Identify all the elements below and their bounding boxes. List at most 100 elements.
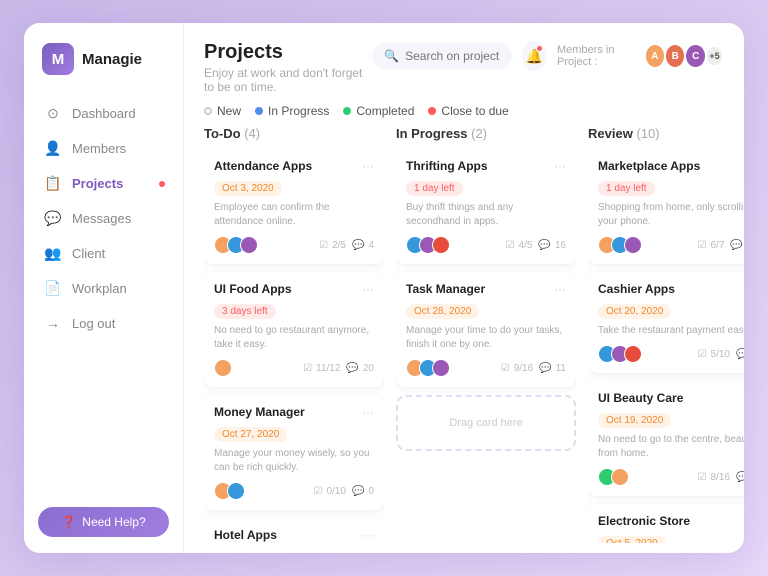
dot-completed bbox=[343, 107, 351, 115]
mini-avatar bbox=[227, 482, 245, 500]
sidebar-item-projects[interactable]: 📋 Projects bbox=[34, 167, 173, 200]
need-help-icon: ❓ bbox=[61, 515, 76, 529]
sidebar-item-workplan[interactable]: 📄 Workplan bbox=[34, 272, 173, 305]
column-cards-inprogress: Thrifting Apps ··· 1 day left Buy thrift th… bbox=[396, 149, 576, 543]
card-footer: ☑0/10 💬0 bbox=[214, 482, 374, 500]
card-title: Attendance Apps bbox=[214, 159, 312, 173]
main-header: Projects Enjoy at work and don't forget … bbox=[184, 23, 744, 104]
card-c6[interactable]: Task Manager···Oct 28, 2020Manage your t… bbox=[396, 272, 576, 387]
card-title: Electronic Store bbox=[598, 514, 690, 528]
card-comments: 💬0 bbox=[352, 486, 374, 497]
card-desc: Take the restaurant payment easily. bbox=[598, 324, 744, 338]
card-comments: 💬8 bbox=[736, 472, 744, 483]
mini-avatar bbox=[214, 359, 232, 377]
card-desc: No need to go restaurant anymore, take i… bbox=[214, 324, 374, 352]
card-c7[interactable]: Marketplace Apps···1 day leftShopping fr… bbox=[588, 149, 744, 264]
card-comments: 💬20 bbox=[346, 363, 374, 374]
card-comments: 💬12 bbox=[730, 240, 744, 251]
card-title: Cashier Apps bbox=[598, 282, 675, 296]
mini-avatar bbox=[624, 345, 642, 363]
card-tasks: ☑9/16 bbox=[501, 363, 533, 374]
projects-active-dot bbox=[159, 181, 165, 187]
sidebar-item-messages[interactable]: 💬 Messages bbox=[34, 202, 173, 235]
card-c4[interactable]: Hotel Apps···Oct 3, 2020Choose your favo… bbox=[204, 518, 384, 543]
projects-icon: 📋 bbox=[44, 175, 62, 192]
card-comments: 💬6 bbox=[736, 349, 744, 360]
card-tag: Oct 20, 2020 bbox=[598, 304, 671, 319]
filter-label-completed: Completed bbox=[356, 104, 414, 118]
card-title: Thrifting Apps bbox=[406, 159, 488, 173]
card-more-icon[interactable]: ··· bbox=[554, 282, 566, 301]
search-box[interactable]: 🔍 bbox=[372, 43, 511, 69]
bell-notification-dot bbox=[536, 45, 543, 52]
need-help-label: Need Help? bbox=[82, 515, 145, 529]
filter-new[interactable]: New bbox=[204, 104, 241, 118]
column-header-review: Review (10) bbox=[588, 126, 744, 141]
filter-closetodue[interactable]: Close to due bbox=[428, 104, 508, 118]
main-content: Projects Enjoy at work and don't forget … bbox=[184, 23, 744, 553]
card-comments: 💬16 bbox=[538, 240, 566, 251]
card-title: Hotel Apps bbox=[214, 528, 277, 542]
avatar-1: A bbox=[644, 43, 666, 69]
card-title: Money Manager bbox=[214, 405, 305, 419]
sidebar-label-messages: Messages bbox=[72, 211, 131, 226]
mini-avatar bbox=[611, 468, 629, 486]
card-desc: Employee can confirm the attendance onli… bbox=[214, 201, 374, 229]
sidebar-item-members[interactable]: 👤 Members bbox=[34, 132, 173, 165]
card-tag: 1 day left bbox=[406, 181, 463, 196]
card-tag: 1 day left bbox=[598, 181, 655, 196]
dot-closetodue bbox=[428, 107, 436, 115]
card-tasks: ☑8/16 bbox=[698, 472, 730, 483]
drag-card[interactable]: Drag card here bbox=[396, 395, 576, 451]
card-tasks: ☑11/12 bbox=[303, 363, 340, 374]
card-c1[interactable]: Attendance Apps···Oct 3, 2020Employee ca… bbox=[204, 149, 384, 264]
card-title: UI Food Apps bbox=[214, 282, 292, 296]
filter-label-inprogress: In Progress bbox=[268, 104, 329, 118]
card-more-icon[interactable]: ··· bbox=[554, 159, 566, 178]
card-footer: ☑6/7💬12 bbox=[598, 236, 744, 254]
logo-text: Managie bbox=[82, 51, 142, 68]
mini-avatar bbox=[432, 359, 450, 377]
card-footer: ☑5/10 💬6 bbox=[598, 345, 744, 363]
card-c2[interactable]: UI Food Apps···3 days leftNo need to go … bbox=[204, 272, 384, 387]
card-more-icon[interactable]: ··· bbox=[362, 282, 374, 301]
card-c9[interactable]: UI Beauty Care···Oct 19, 2020No need to … bbox=[588, 381, 744, 496]
workplan-icon: 📄 bbox=[44, 280, 62, 297]
card-desc: Manage your time to do your tasks, finis… bbox=[406, 324, 566, 352]
card-tasks: ☑5/10 bbox=[698, 349, 730, 360]
dashboard-icon: ⊙ bbox=[44, 105, 62, 122]
card-c3[interactable]: Money Manager···Oct 27, 2020Manage your … bbox=[204, 395, 384, 510]
card-c10[interactable]: Electronic Store···Oct 5, 2020Much choic… bbox=[588, 504, 744, 543]
need-help-button[interactable]: ❓ Need Help? bbox=[38, 507, 169, 537]
mini-avatar bbox=[624, 236, 642, 254]
card-more-icon[interactable]: ··· bbox=[362, 405, 374, 424]
filter-completed[interactable]: Completed bbox=[343, 104, 414, 118]
card-footer: ☑11/12 💬20 bbox=[214, 359, 374, 377]
card-footer: ☑4/5💬16 bbox=[406, 236, 566, 254]
bell-button[interactable]: 🔔 bbox=[522, 41, 547, 71]
dot-new bbox=[204, 107, 212, 115]
column-todo: To-Do (4)Attendance Apps···Oct 3, 2020Em… bbox=[204, 126, 384, 543]
sidebar-item-client[interactable]: 👥 Client bbox=[34, 237, 173, 270]
card-c8[interactable]: Cashier Apps···Oct 20, 2020Take the rest… bbox=[588, 272, 744, 373]
card-desc: Buy thrift things and any secondhand in … bbox=[406, 201, 566, 229]
avatar-2: B bbox=[664, 43, 686, 69]
search-input[interactable] bbox=[405, 49, 499, 63]
column-header-inprogress: In Progress (2) bbox=[396, 126, 576, 141]
card-title: UI Beauty Care bbox=[598, 391, 683, 405]
sidebar-label-workplan: Workplan bbox=[72, 281, 127, 296]
filter-inprogress[interactable]: In Progress bbox=[255, 104, 329, 118]
mini-avatar bbox=[432, 236, 450, 254]
card-tag: Oct 5, 2020 bbox=[598, 536, 666, 543]
sidebar-item-dashboard[interactable]: ⊙ Dashboard bbox=[34, 97, 173, 130]
card-desc: No need to go to the centre, beauty from… bbox=[598, 433, 744, 461]
card-c5[interactable]: Thrifting Apps ··· 1 day left Buy thrift th… bbox=[396, 149, 576, 264]
card-more-icon[interactable]: ··· bbox=[362, 159, 374, 178]
card-footer: ☑8/16 💬8 bbox=[598, 468, 744, 486]
card-tasks: ☑0/10 bbox=[314, 486, 346, 497]
column-cards-review: Marketplace Apps···1 day leftShopping fr… bbox=[588, 149, 744, 543]
card-more-icon[interactable]: ··· bbox=[362, 528, 374, 543]
sidebar-item-logout[interactable]: → Log out bbox=[34, 307, 173, 339]
filter-label-closetodue: Close to due bbox=[441, 104, 508, 118]
card-tag: Oct 28, 2020 bbox=[406, 304, 479, 319]
